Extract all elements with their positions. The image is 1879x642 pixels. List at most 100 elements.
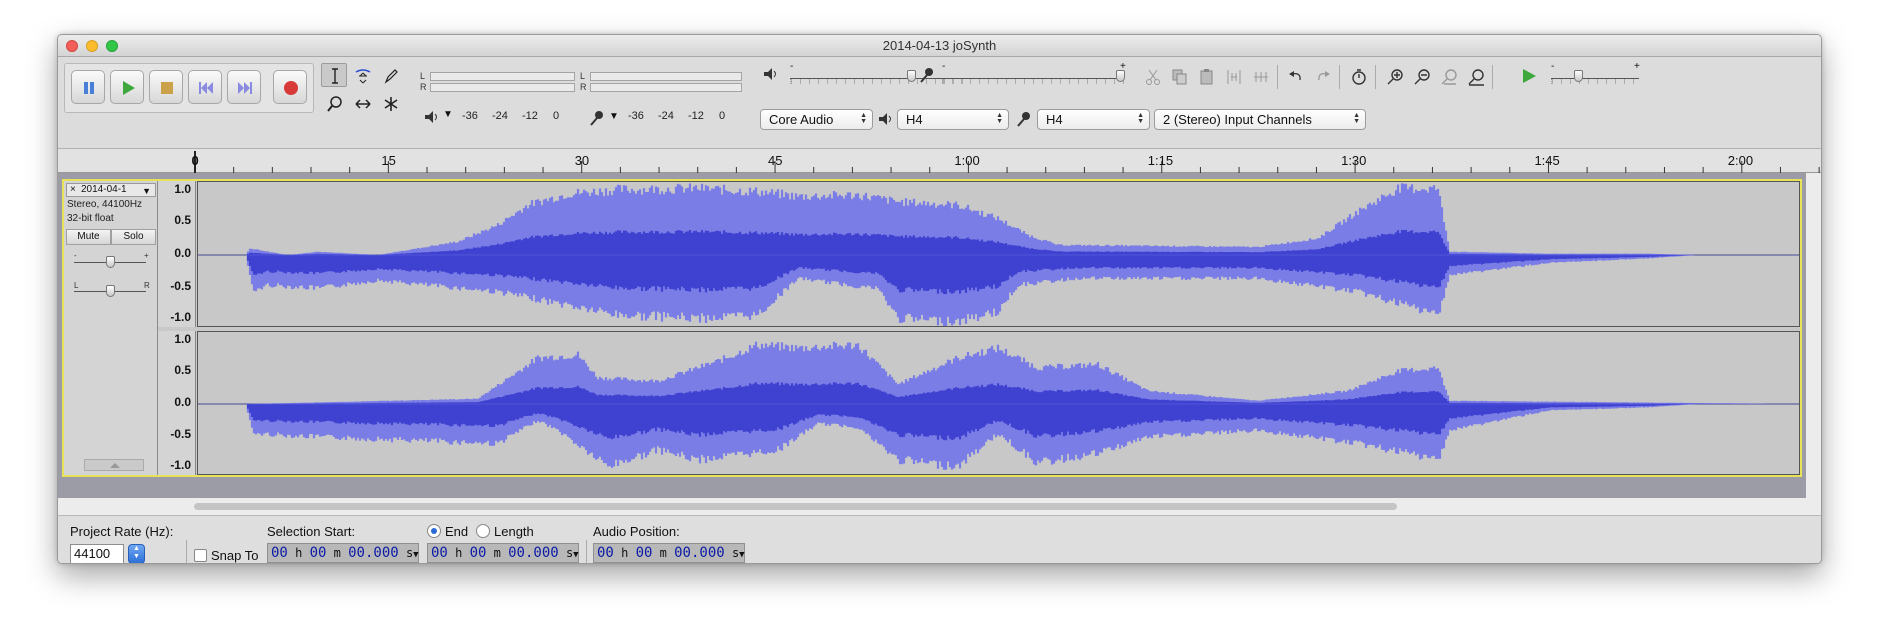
play-button[interactable] — [110, 70, 144, 104]
ruler-label: 1:30 — [1341, 153, 1367, 168]
ruler-label: 0 — [191, 153, 199, 168]
envelope-tool[interactable] — [349, 63, 375, 87]
record-meter[interactable]: L R — [580, 71, 742, 99]
speaker-icon[interactable] — [423, 109, 441, 125]
stop-button[interactable] — [149, 70, 183, 104]
zoom-tool[interactable] — [321, 91, 347, 115]
fit-selection-button[interactable] — [1437, 65, 1461, 89]
horizontal-scroll-thumb[interactable] — [194, 503, 1397, 510]
play-at-speed-button[interactable] — [1520, 67, 1538, 85]
timeline-ruler[interactable]: 0 15 30 45 1:00 1:15 1:30 1:45 2:00 — [58, 149, 1821, 173]
selection-end-time[interactable]: 00 h 00 m 00.000 s▼ — [427, 543, 579, 563]
playback-device-icon — [879, 113, 891, 125]
time-shift-tool[interactable] — [349, 91, 375, 115]
scissors-icon — [1146, 69, 1160, 85]
input-volume-icon — [920, 68, 933, 83]
output-volume-icon — [764, 68, 776, 80]
snap-to-label: Snap To — [211, 548, 259, 563]
undo-button[interactable] — [1284, 65, 1308, 89]
track-menu-icon[interactable]: ▼ — [142, 185, 151, 197]
trim-button[interactable] — [1222, 65, 1246, 89]
magnifier-icon — [327, 96, 342, 112]
microphone-icon[interactable] — [588, 109, 606, 127]
track-control-panel: × 2014-04-1 ▼ Stereo, 44100Hz 32-bit flo… — [64, 181, 158, 475]
ruler-label: 30 — [574, 153, 590, 168]
collapse-up-icon — [110, 463, 120, 468]
skip-to-end-button[interactable] — [227, 70, 261, 104]
ruler-label: 2:00 — [1727, 153, 1754, 168]
undo-icon — [1289, 71, 1301, 81]
solo-button[interactable]: Solo — [111, 229, 156, 245]
recording-device-select[interactable]: H4 ▲ ▼ — [1037, 109, 1150, 130]
pan-slider-thumb[interactable] — [106, 285, 115, 297]
copy-button[interactable] — [1168, 65, 1192, 89]
play-icon — [123, 81, 135, 95]
input-channels-select[interactable]: 2 (Stereo) Input Channels ▲ ▼ — [1154, 109, 1366, 130]
zoom-in-button[interactable] — [1383, 65, 1407, 89]
selection-start-time[interactable]: 00 h 00 m 00.000 s▼ — [267, 543, 419, 563]
vertical-scrollbar[interactable] — [1806, 173, 1821, 515]
ruler-label: 1:00 — [954, 153, 980, 168]
audacity-window: 2014-04-13 joSynth L R L R ▼ -36 -24 -12… — [57, 34, 1822, 564]
title-bar: 2014-04-13 joSynth — [58, 35, 1821, 57]
pencil-icon — [384, 69, 398, 84]
cut-button[interactable] — [1141, 65, 1165, 89]
tracks-area[interactable]: × 2014-04-1 ▼ Stereo, 44100Hz 32-bit flo… — [58, 173, 1806, 498]
length-radio[interactable] — [476, 524, 490, 538]
double-arrow-icon — [355, 99, 371, 109]
trim-icon — [1227, 70, 1241, 84]
horizontal-scrollbar[interactable] — [58, 498, 1821, 515]
audio-host-select[interactable]: Core Audio ▲ ▼ — [760, 109, 873, 130]
ruler-label: 45 — [768, 153, 783, 168]
fit-selection-icon — [1441, 69, 1457, 85]
selection-tool[interactable] — [321, 63, 347, 87]
window-close-button[interactable] — [66, 40, 78, 52]
sync-lock-button[interactable] — [1347, 65, 1371, 89]
vertical-ruler-left-channel[interactable]: 1.0 0.5 0.0 -0.5 -1.0 — [158, 181, 196, 327]
output-volume-thumb[interactable] — [907, 70, 916, 82]
waveform-left-channel[interactable] — [197, 181, 1800, 327]
waveform-right-channel[interactable] — [197, 331, 1800, 475]
playback-device-select[interactable]: H4 ▲ ▼ — [897, 109, 1009, 130]
skip-start-icon — [199, 82, 213, 94]
window-title: 2014-04-13 joSynth — [882, 38, 997, 53]
skip-to-start-button[interactable] — [188, 70, 222, 104]
multi-tool[interactable] — [377, 91, 403, 115]
project-rate-stepper[interactable]: ▲ ▼ — [128, 544, 145, 563]
record-button[interactable] — [273, 70, 307, 104]
playback-meter[interactable]: L R — [420, 71, 575, 99]
ruler-label: 15 — [381, 153, 396, 168]
play-speed-thumb[interactable] — [1574, 70, 1583, 82]
silence-icon — [1254, 72, 1268, 82]
input-volume-thumb[interactable] — [1116, 70, 1125, 82]
end-radio[interactable] — [427, 524, 441, 538]
track-name-menu[interactable]: × 2014-04-1 ▼ — [66, 183, 156, 197]
zoom-out-button[interactable] — [1410, 65, 1434, 89]
snap-to-checkbox[interactable] — [194, 549, 207, 562]
gain-slider-thumb[interactable] — [106, 256, 115, 268]
asterisk-icon — [384, 97, 398, 111]
track-close-button[interactable]: × — [70, 184, 76, 196]
redo-button[interactable] — [1311, 65, 1335, 89]
audio-position-time[interactable]: 00 h 00 m 00.000 s▼ — [593, 543, 745, 563]
playback-meter-menu[interactable]: ▼ — [443, 109, 453, 120]
pause-button[interactable] — [71, 70, 105, 104]
audio-track[interactable]: × 2014-04-1 ▼ Stereo, 44100Hz 32-bit flo… — [62, 179, 1802, 477]
collapse-track-button[interactable] — [84, 459, 144, 471]
ruler-label: 1:15 — [1147, 153, 1174, 168]
tools-toolbar — [321, 63, 413, 119]
fit-project-icon — [1468, 69, 1484, 86]
zoom-out-icon — [1414, 69, 1430, 85]
record-meter-menu[interactable]: ▼ — [609, 111, 619, 122]
envelope-icon — [355, 69, 371, 84]
ruler-label: 1:45 — [1534, 153, 1560, 168]
draw-tool[interactable] — [377, 63, 403, 87]
fit-project-button[interactable] — [1464, 65, 1488, 89]
window-minimize-button[interactable] — [86, 40, 98, 52]
vertical-ruler-right-channel[interactable]: 1.0 0.5 0.0 -0.5 -1.0 — [158, 331, 196, 475]
window-zoom-button[interactable] — [106, 40, 118, 52]
paste-button[interactable] — [1195, 65, 1219, 89]
mute-button[interactable]: Mute — [66, 229, 111, 245]
silence-button[interactable] — [1249, 65, 1273, 89]
project-rate-input[interactable]: 44100 — [70, 544, 124, 563]
